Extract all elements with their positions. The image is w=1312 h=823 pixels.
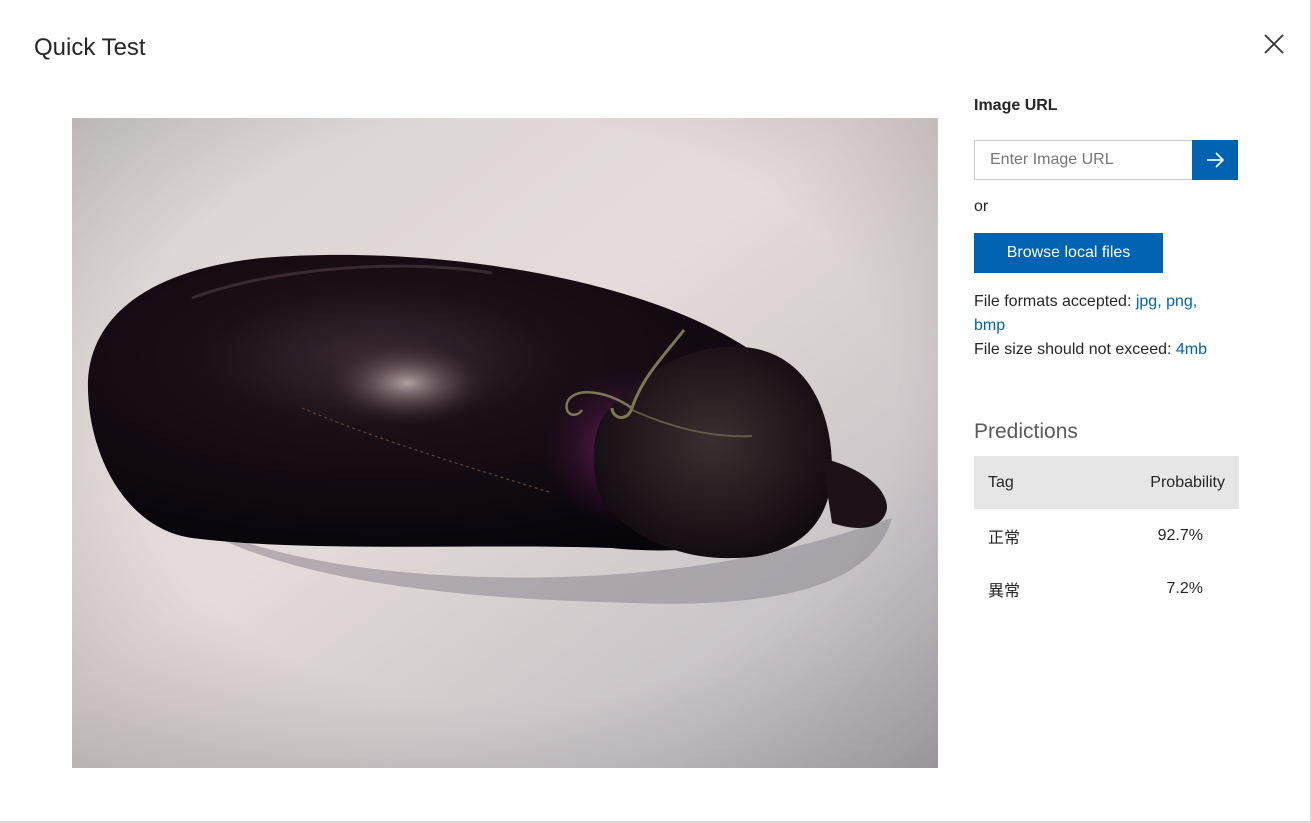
quick-test-dialog: Quick Test Image URL Enter Image URL or … xyxy=(0,0,1312,823)
tag-cell: 正常 xyxy=(988,529,1021,547)
table-row: 正常 92.7% xyxy=(974,509,1239,562)
probability-column-header: Probability xyxy=(1071,456,1239,509)
probability-cell: 7.2% xyxy=(1166,579,1203,597)
tag-column-header: Tag xyxy=(974,456,1072,509)
image-url-label: Image URL xyxy=(974,97,1058,114)
file-size-value: 4mb xyxy=(1175,341,1208,358)
file-formats-label: File formats accepted: xyxy=(974,293,1136,310)
browse-local-files-button[interactable]: Browse local files xyxy=(974,233,1163,273)
predictions-title: Predictions xyxy=(974,420,1078,443)
eggplant-image xyxy=(72,118,938,768)
image-url-input[interactable] xyxy=(974,140,1192,180)
close-button[interactable] xyxy=(1258,28,1290,60)
file-requirements: File formats accepted: jpg, png, bmp Fil… xyxy=(974,290,1224,362)
dialog-title: Quick Test xyxy=(34,34,146,61)
tag-cell: 異常 xyxy=(988,582,1021,600)
predictions-table: Tag Probability 正常 92.7% 異常 7.2% xyxy=(974,456,1239,615)
file-size-label: File size should not exceed: xyxy=(974,341,1176,358)
probability-cell: 92.7% xyxy=(1157,526,1203,544)
submit-url-button[interactable] xyxy=(1192,140,1238,180)
close-icon xyxy=(1264,34,1284,54)
image-preview xyxy=(72,118,938,768)
table-row: 異常 7.2% xyxy=(974,562,1239,615)
table-header-row: Tag Probability xyxy=(974,456,1239,509)
arrow-right-icon xyxy=(1207,152,1225,168)
or-separator: or xyxy=(974,198,989,215)
